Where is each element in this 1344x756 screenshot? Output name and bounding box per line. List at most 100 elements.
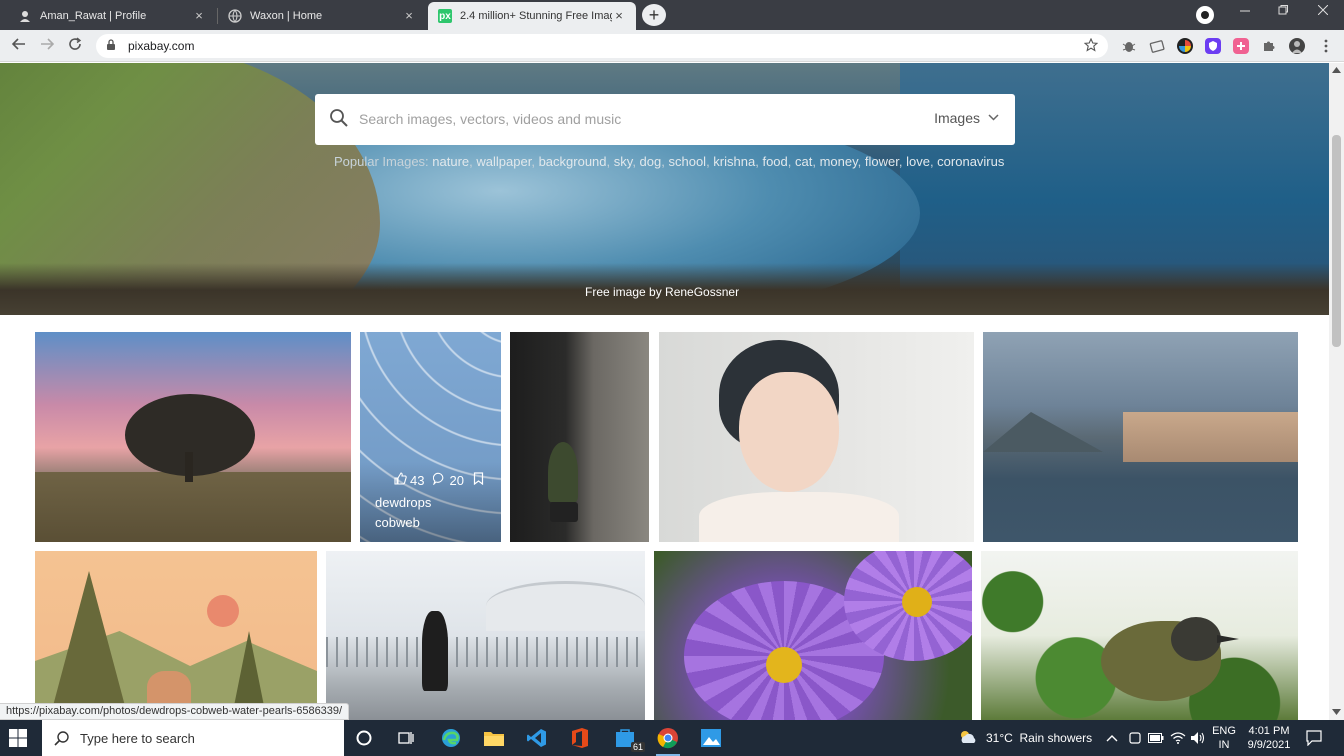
photo-lakeside-town[interactable] — [983, 332, 1298, 542]
url-text: pixabay.com — [128, 39, 195, 53]
comments-count: 20 — [449, 472, 464, 488]
weather-widget[interactable]: 31°C Rain showers — [958, 720, 1092, 756]
reload-icon[interactable] — [66, 37, 84, 55]
photo-bird-branch[interactable] — [981, 551, 1298, 720]
clock-time: 4:01 PM — [1248, 725, 1290, 737]
window-close-icon[interactable] — [1308, 4, 1338, 18]
extensions-puzzle-icon[interactable] — [1261, 38, 1277, 54]
close-icon[interactable]: × — [402, 9, 416, 23]
popular-searches: Popular Images: nature, wallpaper, backg… — [334, 154, 1005, 169]
popular-tag[interactable]: dog — [640, 154, 662, 169]
close-icon[interactable]: × — [612, 9, 626, 23]
system-clock[interactable]: 4:01 PM 9/9/2021 — [1244, 724, 1294, 752]
color-wheel-extension-icon[interactable] — [1177, 38, 1193, 54]
search-icon — [54, 730, 70, 746]
kebab-menu-icon[interactable] — [1318, 38, 1334, 54]
popular-tag[interactable]: sky — [614, 154, 633, 169]
tab-title: Aman_Rawat | Profile — [40, 10, 147, 22]
photo-tree-sunset[interactable] — [35, 332, 351, 542]
profile-avatar-icon[interactable] — [1289, 38, 1305, 54]
wifi-icon[interactable] — [1170, 720, 1186, 756]
taskbar-search-box[interactable]: Type here to search — [42, 720, 344, 756]
forward-arrow-icon[interactable] — [38, 37, 56, 55]
restore-icon[interactable] — [1268, 4, 1298, 18]
minimize-icon[interactable] — [1230, 4, 1260, 18]
likes-count: 43 — [410, 472, 425, 488]
photo-tags: dewdrops cobweb — [375, 493, 431, 533]
profile-record-icon[interactable] — [1196, 6, 1214, 24]
tab-title: 2.4 million+ Stunning Free Images — [460, 10, 612, 22]
office-icon[interactable] — [568, 726, 592, 750]
task-view-icon[interactable] — [394, 726, 418, 750]
store-icon[interactable]: 61 — [613, 726, 645, 752]
hero-credit-link[interactable]: Free image by ReneGossner — [585, 285, 739, 299]
page-scrollbar[interactable] — [1329, 63, 1344, 720]
vscode-icon[interactable] — [525, 726, 549, 750]
scroll-up-icon[interactable] — [1332, 66, 1341, 75]
popular-tag[interactable]: cat — [795, 154, 812, 169]
photos-app-icon[interactable] — [699, 726, 723, 750]
popular-tag[interactable]: flower — [865, 154, 899, 169]
weather-cloud-icon — [958, 729, 978, 748]
bookmark-icon[interactable] — [473, 472, 484, 488]
notification-badge: 61 — [630, 742, 645, 752]
card-extension-icon[interactable] — [1149, 38, 1165, 54]
tab-waxon-home[interactable]: Waxon | Home × — [218, 2, 426, 30]
language-code: ENG — [1212, 725, 1236, 737]
search-bar: Images — [315, 94, 1015, 145]
taskbar-search-placeholder: Type here to search — [80, 730, 195, 746]
photo-forest-illustration[interactable] — [35, 551, 317, 720]
region-code: IN — [1218, 739, 1230, 751]
tab-title: Waxon | Home — [250, 10, 323, 22]
file-explorer-icon[interactable] — [482, 726, 506, 750]
popular-tag[interactable]: money — [820, 154, 858, 169]
plus-extension-icon[interactable] — [1233, 38, 1249, 54]
media-type-select[interactable]: Images — [934, 110, 999, 126]
cortana-icon[interactable] — [352, 726, 376, 750]
notifications-icon[interactable] — [1306, 720, 1322, 756]
back-arrow-icon[interactable] — [10, 37, 28, 55]
shield-extension-icon[interactable] — [1205, 38, 1221, 54]
meet-now-icon[interactable] — [1128, 720, 1142, 756]
tab-pixabay-active[interactable]: px 2.4 million+ Stunning Free Images × — [428, 2, 636, 30]
popular-tag[interactable]: love — [906, 154, 930, 169]
comment-icon[interactable] — [433, 472, 446, 488]
bug-extension-icon[interactable] — [1121, 38, 1137, 54]
popular-lead: Popular Images: — [334, 154, 429, 169]
address-bar[interactable]: pixabay.com — [96, 34, 1108, 58]
tab-aman-rawat-profile[interactable]: Aman_Rawat | Profile × — [8, 2, 216, 30]
photo-doorway-plant[interactable] — [510, 332, 649, 542]
new-tab-button[interactable]: + — [642, 4, 666, 26]
browser-toolbar: pixabay.com — [0, 30, 1344, 62]
photo-tag-link[interactable]: dewdrops — [375, 493, 431, 513]
thumbs-up-icon[interactable] — [394, 472, 407, 488]
search-input[interactable] — [359, 106, 919, 132]
windows-start-icon[interactable] — [8, 728, 30, 748]
volume-icon[interactable] — [1190, 720, 1206, 756]
photo-dewdrops-cobweb[interactable]: 43 20 dewdrops cobweb — [360, 332, 501, 542]
photo-scooter-bridge[interactable] — [326, 551, 645, 720]
scrollbar-thumb[interactable] — [1332, 135, 1341, 347]
scroll-down-icon[interactable] — [1332, 708, 1341, 717]
weather-text: 31°C Rain showers — [986, 731, 1093, 745]
popular-tag[interactable]: coronavirus — [937, 154, 1004, 169]
popular-tag[interactable]: background — [539, 154, 607, 169]
photo-child-portrait[interactable] — [659, 332, 974, 542]
chevron-up-icon[interactable] — [1106, 720, 1118, 756]
popular-tag[interactable]: nature — [432, 154, 469, 169]
popular-tag[interactable]: krishna — [713, 154, 755, 169]
language-indicator[interactable]: ENG IN — [1210, 724, 1238, 752]
close-icon[interactable]: × — [192, 9, 206, 23]
bookmark-star-icon[interactable] — [1083, 37, 1099, 55]
photo-tag-link[interactable]: cobweb — [375, 513, 431, 533]
edge-browser-icon[interactable] — [439, 726, 463, 750]
popular-tag[interactable]: school — [668, 154, 706, 169]
photo-purple-flower-bee[interactable] — [654, 551, 972, 720]
chrome-icon[interactable] — [656, 726, 680, 756]
search-icon[interactable] — [329, 108, 349, 128]
photo-stats: 43 20 — [394, 472, 487, 488]
popular-tag[interactable]: food — [762, 154, 787, 169]
battery-icon[interactable] — [1148, 720, 1164, 756]
link-status-bubble: https://pixabay.com/photos/dewdrops-cobw… — [0, 703, 350, 720]
popular-tag[interactable]: wallpaper — [476, 154, 531, 169]
